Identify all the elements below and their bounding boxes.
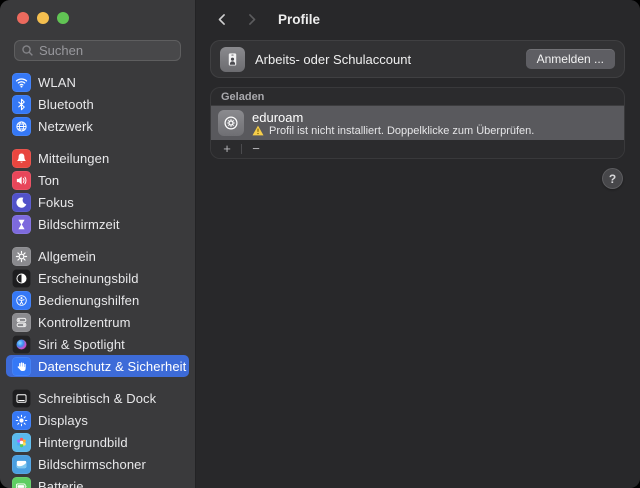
sidebar-item-label: Netzwerk [38,119,93,134]
sidebar-item-allgemein[interactable]: Allgemein [6,245,189,267]
search-field-container [14,40,181,61]
sidebar-item-ton[interactable]: Ton [6,169,189,191]
speaker-icon [12,171,31,190]
sidebar-item-kontrollzentrum[interactable]: Kontrollzentrum [6,311,189,333]
sidebar-group: Mitteilungen Ton Fokus Bildschirmzeit [6,147,189,235]
sidebar-item-wlan[interactable]: WLAN [6,71,189,93]
sidebar-item-label: Displays [38,413,88,428]
sidebar-item-bluetooth[interactable]: Bluetooth [6,93,189,115]
sidebar-item-label: Siri & Spotlight [38,337,125,352]
sidebar-item-label: Fokus [38,195,74,210]
system-settings-window: WLAN Bluetooth Netzwerk Mitteilungen Ton Foku… [0,0,640,488]
sidebar-item-label: Bildschirmzeit [38,217,120,232]
contrast-icon [12,269,31,288]
forward-chevron-icon[interactable] [242,8,262,30]
sidebar-item-hintergrundbild[interactable]: Hintergrundbild [6,431,189,453]
sidebar-item-label: Hintergrundbild [38,435,128,450]
help-button[interactable]: ? [602,168,623,189]
profile-row-eduroam[interactable]: eduroam Profil ist nicht installiert. Do… [211,106,624,140]
list-section-header: Geladen [211,88,624,106]
zoom-window-button[interactable] [57,12,69,24]
add-profile-button[interactable]: + [219,141,235,157]
sidebar-item-label: Bedienungshilfen [38,293,139,308]
sidebar-item-siri-spotlight[interactable]: Siri & Spotlight [6,333,189,355]
content-area: Arbeits- oder Schulaccount Anmelden ... … [196,38,640,159]
wifi-icon [12,73,31,92]
flower-icon [12,433,31,452]
desktop-icon [12,389,31,408]
screensaver-icon [12,455,31,474]
loaded-profiles-card: Geladen eduroam [210,87,625,159]
sidebar-item-netzwerk[interactable]: Netzwerk [6,115,189,137]
sidebar-item-label: Ton [38,173,59,188]
sidebar-item-label: Bildschirmschoner [38,457,146,472]
warning-icon [252,125,264,136]
close-window-button[interactable] [17,12,29,24]
sidebar: WLAN Bluetooth Netzwerk Mitteilungen Ton Foku… [0,0,196,488]
sidebar-item-label: Allgemein [38,249,96,264]
sidebar-item-erscheinungsbild[interactable]: Erscheinungsbild [6,267,189,289]
globe-icon [12,117,31,136]
badge-id-icon [220,47,245,72]
sidebar-item-label: Schreibtisch & Dock [38,391,156,406]
sidebar-item-mitteilungen[interactable]: Mitteilungen [6,147,189,169]
sidebar-group: Allgemein Erscheinungsbild Bedienungshilfe… [6,245,189,377]
sidebar-item-batterie[interactable]: Batterie [6,475,189,488]
toggles-icon [12,313,31,332]
sidebar-item-label: Erscheinungsbild [38,271,139,286]
sidebar-item-label: Batterie [38,479,84,488]
sidebar-item-bildschirmzeit[interactable]: Bildschirmzeit [6,213,189,235]
moon-icon [12,193,31,212]
search-input[interactable] [14,40,181,61]
sidebar-item-label: WLAN [38,75,76,90]
gear-icon [12,247,31,266]
sidebar-group: WLAN Bluetooth Netzwerk [6,71,189,137]
page-title: Profile [278,12,320,27]
hourglass-icon [12,215,31,234]
sidebar-item-bedienungshilfen[interactable]: Bedienungshilfen [6,289,189,311]
sidebar-item-label: Datenschutz & Sicherheit [38,359,186,374]
main-panel: Profile Arbeits- oder Schulaccount Anmel… [196,0,640,488]
sidebar-item-bildschirmschoner[interactable]: Bildschirmschoner [6,453,189,475]
profile-status-text: Profil ist nicht installiert. Doppelklic… [269,125,534,137]
hand-icon [12,357,31,376]
accessibility-icon [12,291,31,310]
main-header: Profile [196,0,640,38]
profile-gear-icon [218,110,244,136]
sun-icon [12,411,31,430]
sidebar-item-label: Mitteilungen [38,151,109,166]
sidebar-item-label: Bluetooth [38,97,94,112]
work-school-account-card: Arbeits- oder Schulaccount Anmelden ... [210,40,625,78]
battery-icon [12,477,31,488]
footer-divider [241,144,242,154]
account-row-label: Arbeits- oder Schulaccount [255,52,526,67]
remove-profile-button[interactable]: − [248,141,264,157]
sidebar-item-schreibtisch-dock[interactable]: Schreibtisch & Dock [6,387,189,409]
sidebar-item-datenschutz-sicherheit[interactable]: Datenschutz & Sicherheit [6,355,189,377]
bluetooth-icon [12,95,31,114]
sidebar-nav: WLAN Bluetooth Netzwerk Mitteilungen Ton Foku… [0,69,195,488]
back-chevron-icon[interactable] [212,8,232,30]
search-icon [21,44,34,57]
profile-name: eduroam [252,110,534,125]
sign-in-button[interactable]: Anmelden ... [526,49,615,69]
sidebar-group: Schreibtisch & Dock Displays Hintergrundbi… [6,387,189,488]
sidebar-item-displays[interactable]: Displays [6,409,189,431]
list-footer: + − [211,140,624,158]
siri-icon [12,335,31,354]
window-controls [0,12,195,24]
bell-icon [12,149,31,168]
sidebar-item-label: Kontrollzentrum [38,315,131,330]
minimize-window-button[interactable] [37,12,49,24]
sidebar-item-fokus[interactable]: Fokus [6,191,189,213]
